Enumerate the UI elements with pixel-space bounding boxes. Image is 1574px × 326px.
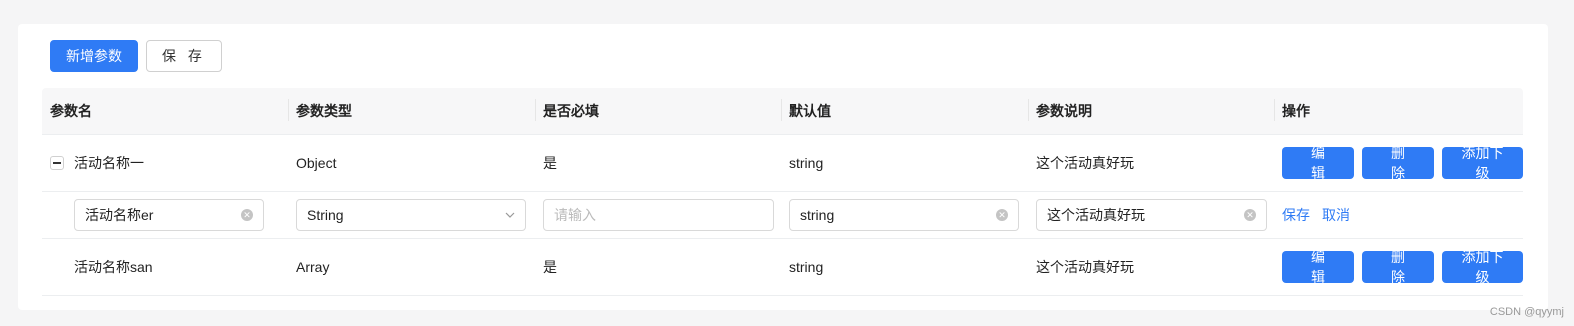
minus-square-icon[interactable] xyxy=(50,156,64,170)
column-header-desc: 参数说明 xyxy=(1028,99,1274,121)
param-name: 活动名称san xyxy=(74,259,153,275)
cell-name: 活动名称er ✕ xyxy=(42,199,288,231)
column-header-required: 是否必填 xyxy=(535,99,781,121)
cell-required: 是 xyxy=(543,155,557,171)
cell-required: 是 xyxy=(543,259,557,275)
required-input-placeholder: 请输入 xyxy=(554,207,596,223)
cell-actions: 保存 取消 xyxy=(1274,205,1523,225)
type-select[interactable]: String xyxy=(296,199,526,231)
cell-actions: 编 辑 删 除 添加下级 xyxy=(1274,145,1523,181)
cell-default: string ✕ xyxy=(781,199,1028,231)
cell-default: string xyxy=(789,259,824,275)
cell-type: Array xyxy=(296,259,330,275)
column-header-default: 默认值 xyxy=(781,99,1028,121)
cell-name: 活动名称san xyxy=(42,257,288,277)
param-table-card: 新增参数 保 存 参数名 参数类型 是否必填 默认值 参数说明 操作 活动名称一… xyxy=(18,24,1548,310)
type-select-value: String xyxy=(307,207,344,223)
cell-desc: 这个活动真好玩 xyxy=(1036,155,1134,171)
cell-default: string xyxy=(789,155,824,171)
edit-button[interactable]: 编 辑 xyxy=(1282,249,1354,285)
param-table: 参数名 参数类型 是否必填 默认值 参数说明 操作 活动名称一 Object 是… xyxy=(42,88,1523,296)
cell-name: 活动名称一 xyxy=(42,153,288,173)
add-child-button[interactable]: 添加下级 xyxy=(1441,145,1523,181)
desc-input-value: 这个活动真好玩 xyxy=(1047,207,1145,223)
table-row: 活动名称一 Object 是 string 这个活动真好玩 编 辑 删 除 添加… xyxy=(42,135,1523,192)
save-link[interactable]: 保存 xyxy=(1282,205,1310,225)
column-header-type: 参数类型 xyxy=(288,99,535,121)
delete-button[interactable]: 删 除 xyxy=(1361,249,1434,285)
add-child-button[interactable]: 添加下级 xyxy=(1441,249,1523,285)
close-circle-icon[interactable]: ✕ xyxy=(241,209,253,221)
cell-desc: 这个活动真好玩 ✕ xyxy=(1028,199,1274,231)
close-circle-icon[interactable]: ✕ xyxy=(996,209,1008,221)
close-circle-icon[interactable]: ✕ xyxy=(1244,209,1256,221)
param-name: 活动名称一 xyxy=(74,155,144,171)
cell-desc: 这个活动真好玩 xyxy=(1036,259,1134,275)
table-row: 活动名称san Array 是 string 这个活动真好玩 编 辑 删 除 添… xyxy=(42,239,1523,296)
cell-type: String xyxy=(288,199,535,231)
param-name-input[interactable]: 活动名称er ✕ xyxy=(74,199,264,231)
column-header-actions: 操作 xyxy=(1274,99,1523,121)
cell-type: Object xyxy=(296,155,337,171)
default-value-input-value: string xyxy=(800,207,835,223)
watermark: CSDN @qyymj xyxy=(1489,306,1564,318)
column-header-name: 参数名 xyxy=(50,103,92,119)
cell-required: 请输入 xyxy=(535,199,781,231)
param-name-input-value: 活动名称er xyxy=(85,207,154,223)
edit-button[interactable]: 编 辑 xyxy=(1282,145,1354,181)
toolbar: 新增参数 保 存 xyxy=(50,40,222,72)
required-input[interactable]: 请输入 xyxy=(543,199,774,231)
save-button[interactable]: 保 存 xyxy=(146,40,222,72)
table-row-editing: 活动名称er ✕ String 请输入 string ✕ 这个活动真好玩 ✕ 保… xyxy=(42,192,1523,239)
desc-input[interactable]: 这个活动真好玩 ✕ xyxy=(1036,199,1267,231)
table-header: 参数名 参数类型 是否必填 默认值 参数说明 操作 xyxy=(42,88,1523,135)
default-value-input[interactable]: string ✕ xyxy=(789,199,1019,231)
cancel-link[interactable]: 取消 xyxy=(1322,205,1350,225)
chevron-down-icon xyxy=(505,212,515,218)
delete-button[interactable]: 删 除 xyxy=(1361,145,1434,181)
cell-actions: 编 辑 删 除 添加下级 xyxy=(1274,249,1523,285)
add-param-button[interactable]: 新增参数 xyxy=(50,40,138,72)
